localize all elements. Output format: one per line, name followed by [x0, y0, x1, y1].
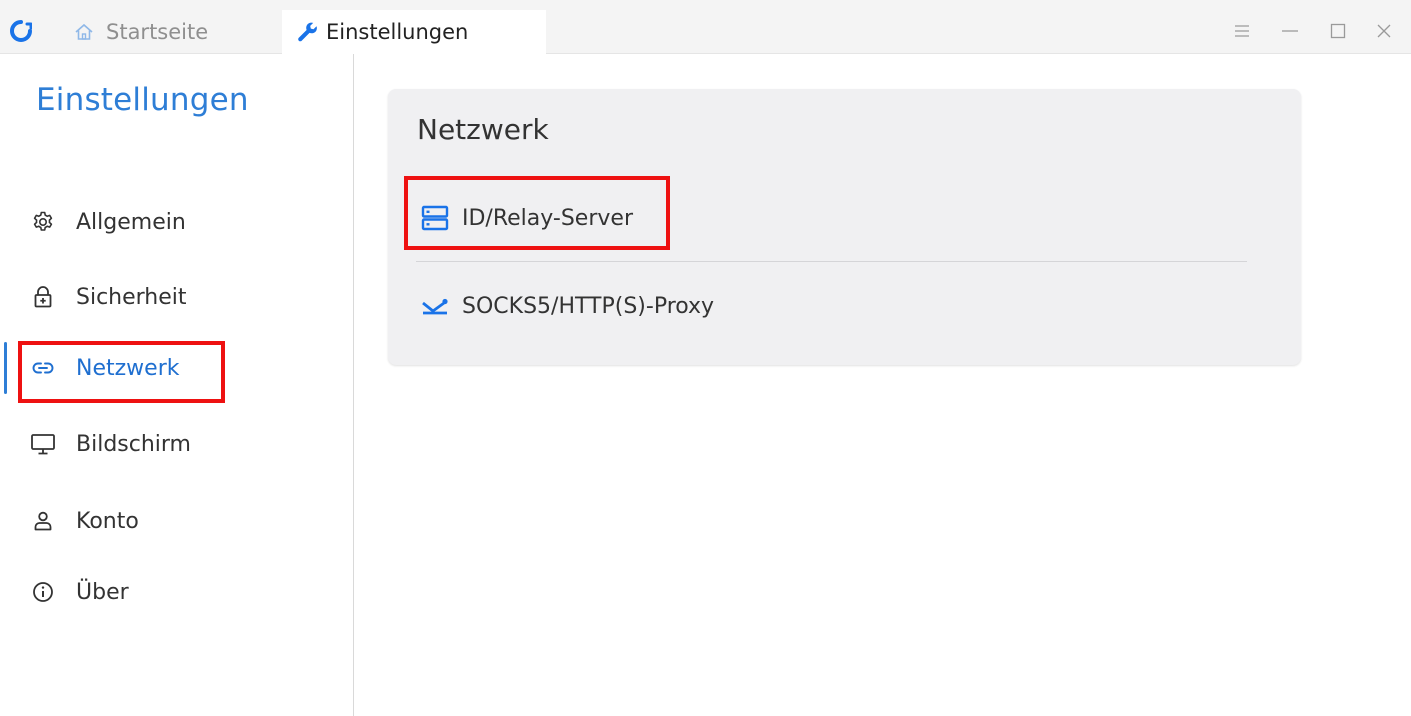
close-icon — [1377, 24, 1391, 38]
tab-startseite[interactable]: Startseite — [74, 10, 208, 54]
socks5-http-proxy-item[interactable]: SOCKS5/HTTP(S)-Proxy — [420, 286, 714, 326]
minimize-button[interactable] — [1276, 17, 1304, 45]
sidebar-item-label: Allgemein — [76, 209, 186, 235]
tab-label: Startseite — [106, 20, 209, 44]
sidebar-item-label: Netzwerk — [76, 355, 180, 381]
tab-label: Einstellungen — [326, 20, 469, 44]
monitor-icon — [30, 431, 56, 457]
sidebar-item-netzwerk[interactable]: Netzwerk — [30, 344, 179, 392]
proxy-icon — [420, 291, 450, 321]
minimize-icon — [1282, 30, 1298, 32]
network-settings-card: Netzwerk ID/Relay-Server SOCKS5/HTTP(S)-… — [388, 89, 1301, 365]
close-button[interactable] — [1370, 17, 1398, 45]
maximize-button[interactable] — [1324, 17, 1352, 45]
section-title: Netzwerk — [417, 113, 549, 146]
title-bar: Startseite Einstellungen — [0, 0, 1411, 54]
divider — [416, 261, 1247, 262]
sidebar-item-bildschirm[interactable]: Bildschirm — [30, 420, 191, 468]
user-icon — [30, 508, 56, 534]
server-icon — [420, 203, 450, 233]
maximize-icon — [1330, 23, 1346, 39]
item-label: ID/Relay-Server — [462, 205, 633, 231]
sidebar: Einstellungen Allgemein Sicherheit Netzw… — [0, 54, 354, 716]
sidebar-item-konto[interactable]: Konto — [30, 497, 139, 545]
menu-button[interactable] — [1228, 17, 1256, 45]
app-logo-icon — [10, 20, 32, 42]
wrench-icon — [298, 22, 317, 42]
item-label: SOCKS5/HTTP(S)-Proxy — [462, 293, 715, 319]
sidebar-item-label: Konto — [76, 508, 139, 534]
link-icon — [30, 355, 56, 381]
sidebar-item-sicherheit[interactable]: Sicherheit — [30, 273, 187, 321]
menu-icon — [1235, 25, 1249, 37]
home-icon — [75, 23, 93, 40]
gear-icon — [30, 209, 56, 235]
lock-icon — [30, 284, 56, 310]
sidebar-item-label: Über — [76, 579, 129, 605]
sidebar-item-label: Bildschirm — [76, 431, 191, 457]
active-indicator — [4, 342, 7, 394]
sidebar-item-ueber[interactable]: Über — [30, 568, 129, 616]
sidebar-item-label: Sicherheit — [76, 284, 187, 310]
sidebar-title: Einstellungen — [36, 82, 249, 118]
sidebar-item-allgemein[interactable]: Allgemein — [30, 198, 186, 246]
tab-einstellungen[interactable]: Einstellungen — [282, 10, 546, 54]
id-relay-server-item[interactable]: ID/Relay-Server — [420, 198, 633, 238]
info-icon — [30, 579, 56, 605]
